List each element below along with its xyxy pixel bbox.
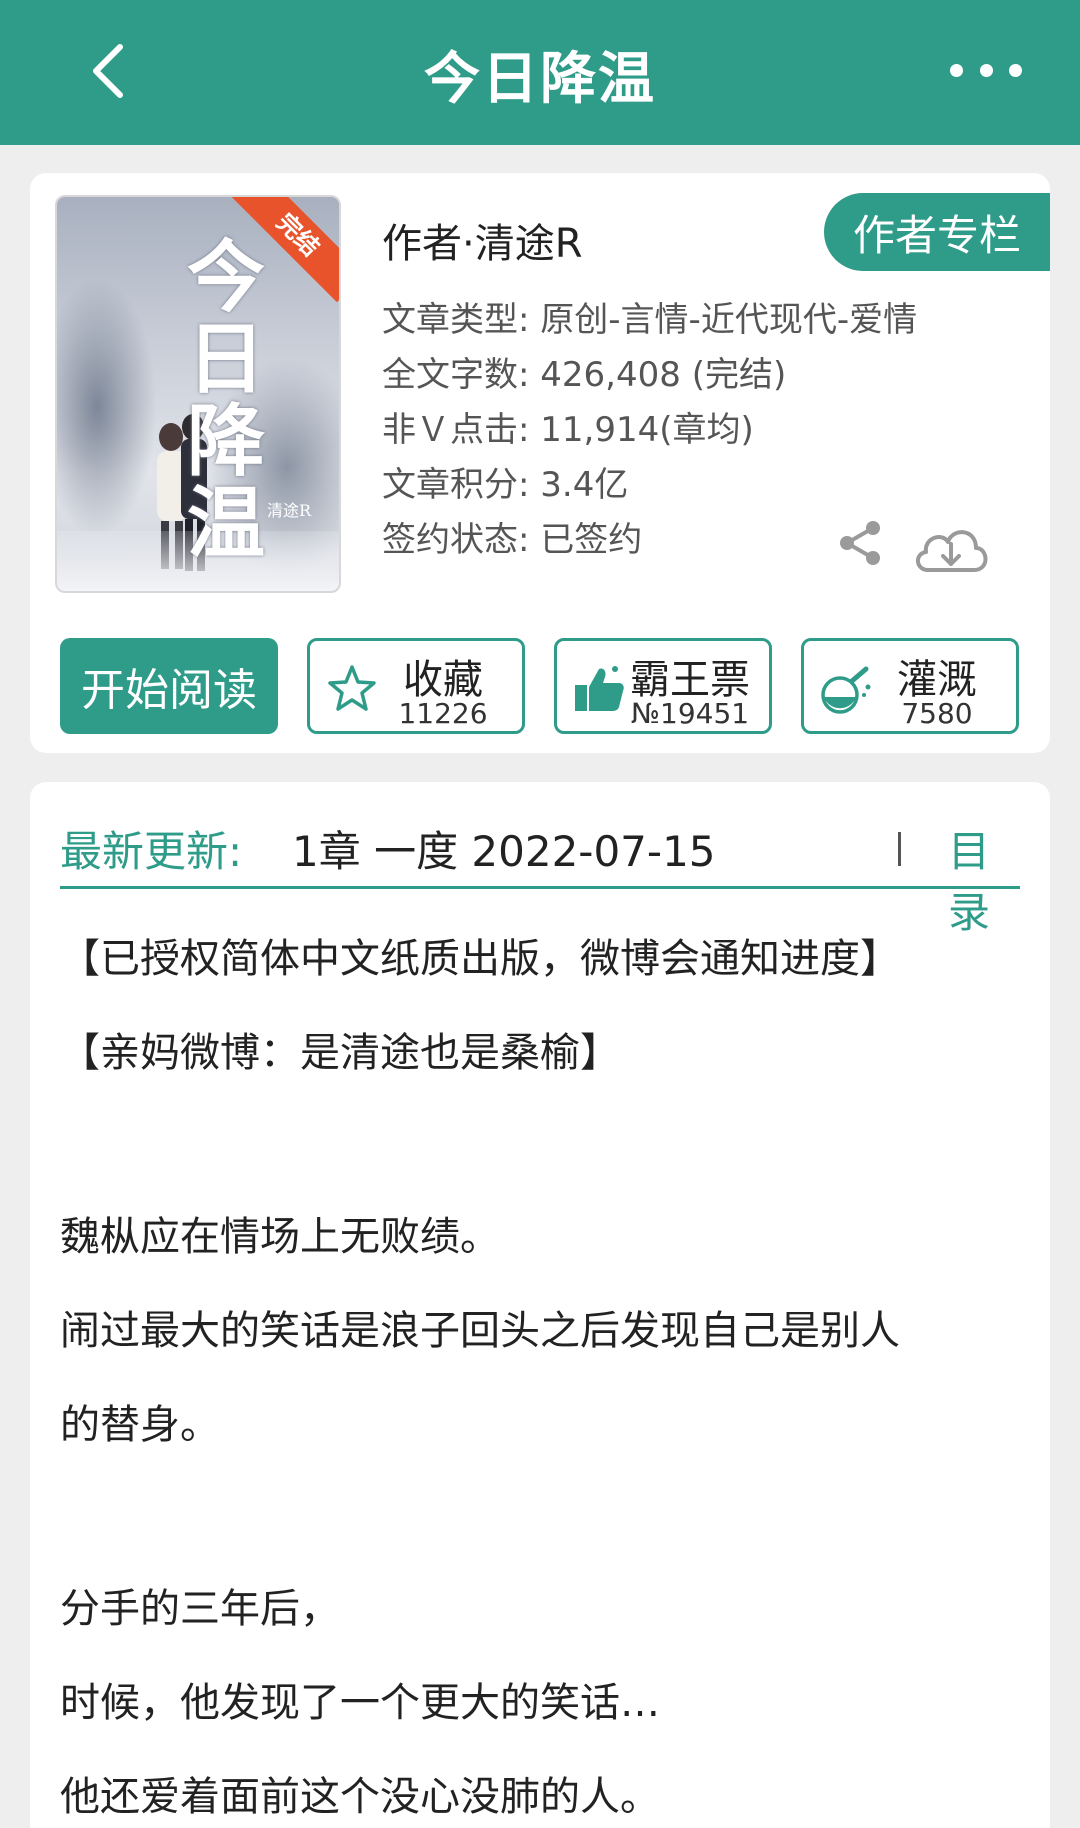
- page-title: 今日降温: [424, 47, 656, 112]
- description-card: 最新更新: 1章 一度 2022-07-15 13:5 目录 【已授权简体中文纸…: [30, 782, 1050, 1828]
- description-blank-line: [60, 1100, 1020, 1190]
- meta-label: 非Ｖ点击:: [382, 410, 530, 450]
- book-cover[interactable]: 今日降温 清途R 完结: [55, 195, 341, 593]
- author-column-button[interactable]: 作者专栏: [824, 193, 1050, 271]
- latest-update-text[interactable]: 1章 一度 2022-07-15 13:5: [292, 818, 732, 879]
- divider: [898, 832, 901, 866]
- meta-row-clicks: 非Ｖ点击: 11,914(章均): [382, 403, 917, 458]
- meta-row-score: 文章积分: 3.4亿: [382, 458, 917, 513]
- meta-value: 11,914(章均): [540, 410, 754, 450]
- meta-value: 3.4亿: [540, 465, 629, 505]
- meta-label: 签约状态:: [382, 520, 530, 560]
- author-name[interactable]: 作者·清途R: [382, 211, 583, 269]
- meta-row-type: 文章类型: 原创-言情-近代现代-爱情: [382, 293, 917, 348]
- more-dot: [950, 63, 963, 77]
- meta-label: 文章类型:: [382, 300, 530, 340]
- top-bar: 今日降温: [0, 0, 1080, 145]
- description-line: 【亲妈微博：是清途也是桑榆】: [60, 1030, 620, 1076]
- book-info-card: 今日降温 清途R 完结 作者·清途R 作者专栏 文章类型: 原创-言情-近代现代…: [30, 173, 1050, 753]
- vote-button[interactable]: 霸王票 №19451: [554, 638, 772, 734]
- description-line: 闹过最大的笑话是浪子回头之后发现自己是别人: [60, 1308, 900, 1354]
- more-dot: [1009, 63, 1022, 77]
- meta-label: 文章积分:: [382, 465, 530, 505]
- favorite-count: 11226: [398, 697, 488, 730]
- share-icon[interactable]: [835, 518, 885, 568]
- favorite-button[interactable]: 收藏 11226: [307, 638, 525, 734]
- cover-author: 清途R: [267, 501, 312, 520]
- description-line: 魏枞应在情场上无败绩。: [60, 1214, 500, 1260]
- water-count: 7580: [901, 697, 973, 730]
- latest-update-row[interactable]: 最新更新: 1章 一度 2022-07-15 13:5 目录: [60, 812, 1020, 937]
- meta-label: 全文字数:: [382, 355, 530, 395]
- description-line: 【已授权简体中文纸质出版，微博会通知进度】: [60, 936, 900, 982]
- more-dot: [979, 63, 993, 77]
- book-description: 【已授权简体中文纸质出版，微博会通知进度】 【亲妈微博：是清途也是桑榆】 魏枞应…: [60, 912, 1020, 1828]
- meta-value: 426,408 (完结): [540, 355, 787, 395]
- meta-value: 已签约: [540, 520, 643, 560]
- latest-update-label: 最新更新:: [60, 827, 243, 876]
- description-blank-line: [60, 1472, 1020, 1562]
- description-line: 的替身。: [60, 1402, 220, 1448]
- more-button[interactable]: [950, 50, 1022, 90]
- description-line: 分手的三年后，: [60, 1586, 340, 1632]
- description-line: 他还爱着面前这个没心没肺的人。: [60, 1774, 660, 1820]
- update-underline: [60, 886, 1020, 889]
- cloud-download-icon[interactable]: [910, 518, 992, 580]
- start-reading-button[interactable]: 开始阅读: [60, 638, 278, 734]
- description-line: 时候，他发现了一个更大的笑话…: [60, 1680, 660, 1726]
- meta-row-wordcount: 全文字数: 426,408 (完结): [382, 348, 917, 403]
- meta-value: 原创-言情-近代现代-爱情: [540, 300, 918, 340]
- cover-tree: [57, 277, 157, 537]
- water-button[interactable]: 灌溉 7580: [801, 638, 1019, 734]
- vote-count: №19451: [630, 697, 750, 730]
